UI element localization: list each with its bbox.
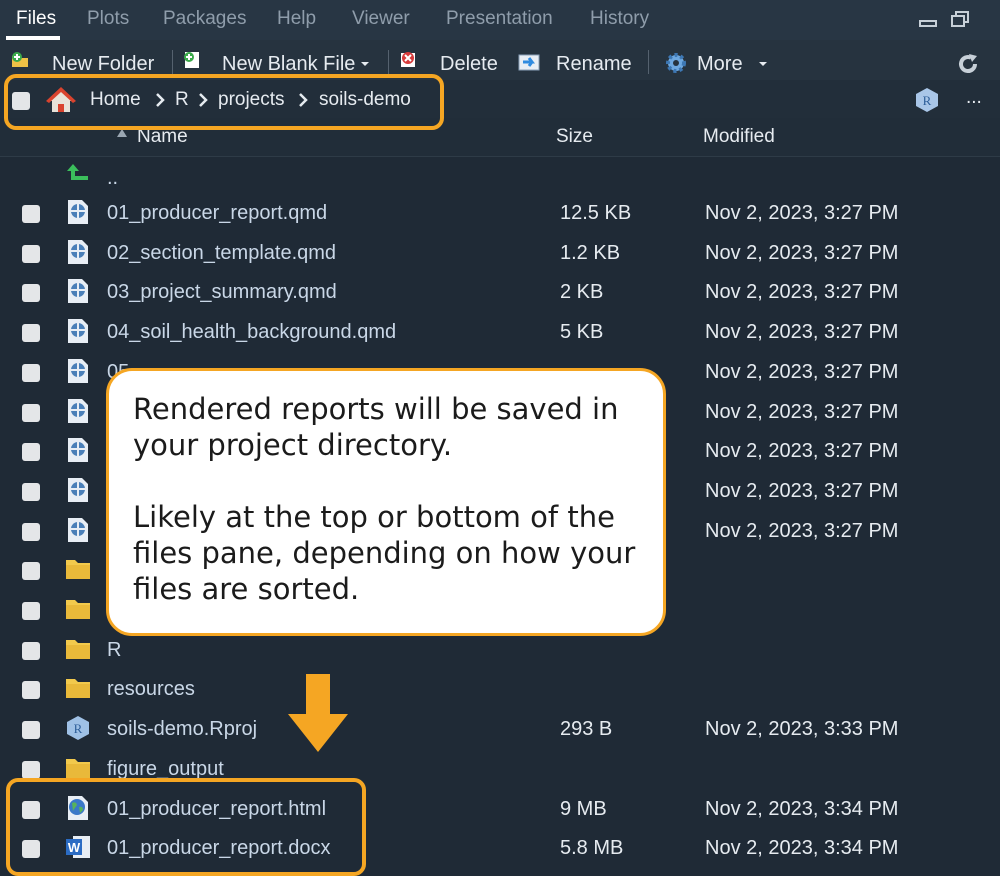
callout-text-2: Likely at the top or bottom of the files… bbox=[133, 500, 636, 606]
svg-text:R: R bbox=[74, 721, 83, 736]
tab-help[interactable]: Help bbox=[277, 8, 316, 30]
file-modified: Nov 2, 2023, 3:27 PM bbox=[705, 401, 899, 423]
breadcrumb-highlight bbox=[4, 74, 444, 130]
refresh-icon[interactable] bbox=[956, 52, 980, 76]
file-name-link[interactable]: R bbox=[107, 639, 121, 662]
tab-packages[interactable]: Packages bbox=[163, 8, 246, 30]
file-size: 1.2 KB bbox=[560, 242, 621, 264]
tab-plots[interactable]: Plots bbox=[87, 8, 129, 30]
gear-icon bbox=[666, 53, 686, 73]
file-checkbox[interactable] bbox=[22, 443, 40, 461]
file-modified: Nov 2, 2023, 3:27 PM bbox=[705, 361, 899, 383]
more-button[interactable]: More bbox=[697, 53, 743, 76]
rproj-icon: R bbox=[64, 715, 92, 741]
file-checkbox[interactable] bbox=[22, 284, 40, 302]
file-modified: Nov 2, 2023, 3:27 PM bbox=[705, 242, 899, 264]
tab-history[interactable]: History bbox=[590, 8, 649, 30]
file-checkbox[interactable] bbox=[22, 681, 40, 699]
column-modified[interactable]: Modified bbox=[703, 126, 775, 148]
toolbar-divider bbox=[172, 50, 173, 74]
new-blank-file-button[interactable]: New Blank File bbox=[222, 53, 355, 76]
file-name-link[interactable]: 04_soil_health_background.qmd bbox=[107, 321, 396, 344]
file-checkbox[interactable] bbox=[22, 642, 40, 660]
minimize-pane-icon[interactable] bbox=[918, 10, 938, 28]
parent-directory-link[interactable]: .. bbox=[107, 167, 118, 190]
file-size: 293 B bbox=[560, 718, 613, 740]
file-modified: Nov 2, 2023, 3:27 PM bbox=[705, 520, 899, 542]
toolbar-divider bbox=[648, 50, 649, 74]
file-checkbox[interactable] bbox=[22, 245, 40, 263]
file-modified: Nov 2, 2023, 3:27 PM bbox=[705, 202, 899, 224]
tab-files[interactable]: Files bbox=[16, 8, 56, 30]
file-checkbox[interactable] bbox=[22, 562, 40, 580]
file-modified: Nov 2, 2023, 3:27 PM bbox=[705, 281, 899, 303]
toolbar-divider bbox=[388, 50, 389, 74]
file-checkbox[interactable] bbox=[22, 324, 40, 342]
quarto-doc-icon bbox=[64, 477, 92, 503]
quarto-doc-icon bbox=[64, 358, 92, 384]
new-blank-file-icon bbox=[184, 52, 199, 68]
file-size: 2 KB bbox=[560, 281, 604, 303]
folder-icon bbox=[64, 596, 92, 622]
rename-button[interactable]: Rename bbox=[556, 53, 632, 76]
file-name-link[interactable]: 02_section_template.qmd bbox=[107, 242, 336, 265]
file-modified: Nov 2, 2023, 3:33 PM bbox=[705, 718, 899, 740]
file-checkbox[interactable] bbox=[22, 404, 40, 422]
chevron-down-icon[interactable] bbox=[758, 60, 768, 68]
folder-icon bbox=[64, 636, 92, 662]
file-size: 5.8 MB bbox=[560, 837, 624, 859]
quarto-doc-icon bbox=[64, 278, 92, 304]
rendered-files-highlight bbox=[6, 778, 366, 876]
quarto-doc-icon bbox=[64, 199, 92, 225]
file-size: 9 MB bbox=[560, 798, 607, 820]
delete-icon bbox=[401, 52, 415, 67]
tab-viewer[interactable]: Viewer bbox=[352, 8, 410, 30]
file-name-link[interactable]: soils-demo.Rproj bbox=[107, 718, 257, 741]
r-project-icon[interactable]: R bbox=[914, 87, 940, 113]
file-name-link[interactable]: 01_producer_report.qmd bbox=[107, 202, 327, 225]
overflow-menu-button[interactable]: ... bbox=[966, 87, 982, 109]
quarto-doc-icon bbox=[64, 517, 92, 543]
file-checkbox[interactable] bbox=[22, 523, 40, 541]
folder-icon bbox=[64, 556, 92, 582]
down-arrow-icon bbox=[288, 674, 348, 752]
chevron-down-icon[interactable] bbox=[360, 60, 370, 68]
quarto-doc-icon bbox=[64, 398, 92, 424]
svg-text:R: R bbox=[923, 93, 932, 108]
quarto-doc-icon bbox=[64, 318, 92, 344]
new-folder-icon bbox=[12, 52, 28, 67]
file-modified: Nov 2, 2023, 3:34 PM bbox=[705, 798, 899, 820]
tab-presentation[interactable]: Presentation bbox=[446, 8, 553, 30]
file-name-link[interactable]: resources bbox=[107, 678, 195, 701]
file-size: 5 KB bbox=[560, 321, 604, 343]
quarto-doc-icon bbox=[64, 437, 92, 463]
file-checkbox[interactable] bbox=[22, 721, 40, 739]
file-checkbox[interactable] bbox=[22, 483, 40, 501]
file-checkbox[interactable] bbox=[22, 364, 40, 382]
new-folder-button[interactable]: New Folder bbox=[52, 53, 154, 76]
file-modified: Nov 2, 2023, 3:27 PM bbox=[705, 440, 899, 462]
rename-icon bbox=[518, 54, 540, 71]
column-size[interactable]: Size bbox=[556, 126, 593, 148]
file-size: 12.5 KB bbox=[560, 202, 632, 224]
file-modified: Nov 2, 2023, 3:27 PM bbox=[705, 480, 899, 502]
file-modified: Nov 2, 2023, 3:34 PM bbox=[705, 837, 899, 859]
go-up-icon[interactable] bbox=[66, 160, 90, 184]
maximize-pane-icon[interactable] bbox=[950, 10, 970, 28]
file-checkbox[interactable] bbox=[22, 205, 40, 223]
file-modified: Nov 2, 2023, 3:27 PM bbox=[705, 321, 899, 343]
file-checkbox[interactable] bbox=[22, 761, 40, 779]
file-name-link[interactable]: 03_project_summary.qmd bbox=[107, 281, 337, 304]
folder-icon bbox=[64, 675, 92, 701]
delete-button[interactable]: Delete bbox=[440, 53, 498, 76]
quarto-doc-icon bbox=[64, 239, 92, 265]
callout-text-1: Rendered reports will be saved in your p… bbox=[133, 392, 619, 462]
file-checkbox[interactable] bbox=[22, 602, 40, 620]
callout-box: Rendered reports will be saved in your p… bbox=[106, 368, 666, 636]
